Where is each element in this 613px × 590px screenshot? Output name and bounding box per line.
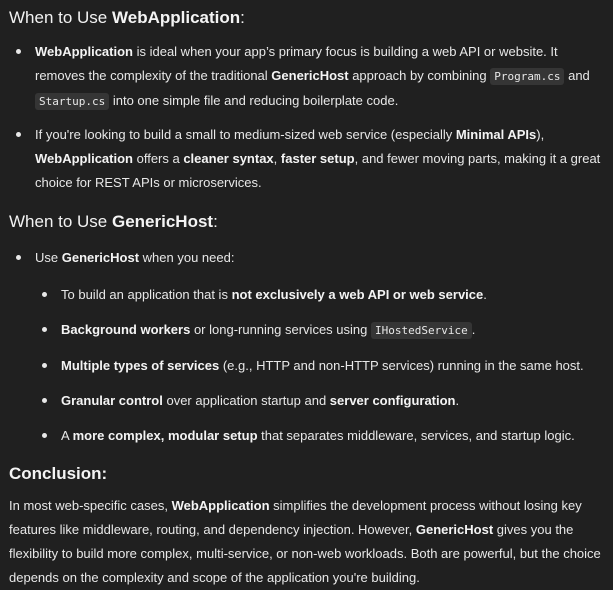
text: If you're looking to build a small to me…: [35, 127, 456, 142]
heading-bold: Conclusion:: [9, 464, 108, 483]
text: In most web-specific cases,: [9, 498, 172, 513]
text: offers a: [132, 151, 184, 166]
list-item: Multiple types of services (e.g., HTTP a…: [9, 354, 603, 378]
text: into one simple file and reducing boiler…: [109, 93, 399, 108]
bold-text: cleaner syntax: [183, 151, 274, 166]
bold-text: faster setup: [280, 151, 355, 166]
inline-code: Program.cs: [490, 68, 565, 85]
generichost-sublist: To build an application that is not excl…: [9, 283, 603, 448]
text: over application startup and: [162, 393, 330, 408]
bold-text: WebApplication: [35, 44, 133, 59]
text: or long-running services using: [190, 322, 371, 337]
heading-text: When to Use: [9, 8, 112, 27]
text: .: [483, 287, 487, 302]
list-item: Granular control over application startu…: [9, 389, 603, 413]
bold-text: more complex, modular setup: [72, 428, 258, 443]
text: ),: [536, 127, 545, 142]
text: .: [455, 393, 460, 408]
bold-text: Multiple types of services: [61, 358, 220, 373]
bold-text: GenericHost: [271, 68, 349, 83]
text: .: [471, 322, 476, 337]
list-item: A more complex, modular setup that separ…: [9, 424, 603, 448]
list-item: To build an application that is not excl…: [9, 283, 603, 307]
bold-text: not exclusively a web API or web service: [231, 287, 484, 302]
heading-webapplication: When to Use WebApplication:: [9, 5, 603, 31]
list-item: If you're looking to build a small to me…: [9, 123, 603, 195]
bold-text: Minimal APIs: [455, 127, 537, 142]
list-item: Background workers or long-running servi…: [9, 318, 603, 343]
conclusion-paragraph: In most web-specific cases, WebApplicati…: [9, 494, 603, 590]
bold-text: server configuration: [329, 393, 456, 408]
text: that separates middleware, services, and…: [257, 428, 575, 443]
bold-text: GenericHost: [61, 250, 140, 265]
heading-generichost: When to Use GenericHost:: [9, 209, 603, 235]
text: approach by combining: [348, 68, 491, 83]
bold-text: Background workers: [61, 322, 191, 337]
bold-text: Granular control: [61, 393, 163, 408]
heading-suffix: :: [213, 212, 218, 231]
inline-code: Startup.cs: [35, 93, 110, 110]
bold-text: WebApplication: [171, 498, 270, 513]
list-item: WebApplication is ideal when your app’s …: [9, 40, 603, 114]
heading-bold: WebApplication: [112, 8, 241, 27]
text: A: [61, 428, 73, 443]
bold-text: GenericHost: [415, 522, 494, 537]
heading-bold: GenericHost: [112, 212, 214, 231]
text: when you need:: [139, 250, 235, 265]
heading-suffix: :: [240, 8, 245, 27]
text: ,: [273, 151, 281, 166]
text: and: [564, 68, 590, 83]
webapplication-list: WebApplication is ideal when your app’s …: [9, 40, 603, 195]
bold-text: WebApplication: [35, 151, 133, 166]
chat-response: When to Use WebApplication: WebApplicati…: [0, 0, 613, 585]
list-item: Use GenericHost when you need:: [9, 246, 603, 270]
heading-conclusion: Conclusion:: [9, 461, 603, 487]
generichost-list: Use GenericHost when you need:: [9, 246, 603, 270]
inline-code: IHostedService: [370, 322, 472, 339]
heading-text: When to Use: [9, 212, 112, 231]
text: Use: [35, 250, 62, 265]
text: (e.g., HTTP and non-HTTP services) runni…: [219, 358, 584, 373]
text: To build an application that is: [61, 287, 232, 302]
